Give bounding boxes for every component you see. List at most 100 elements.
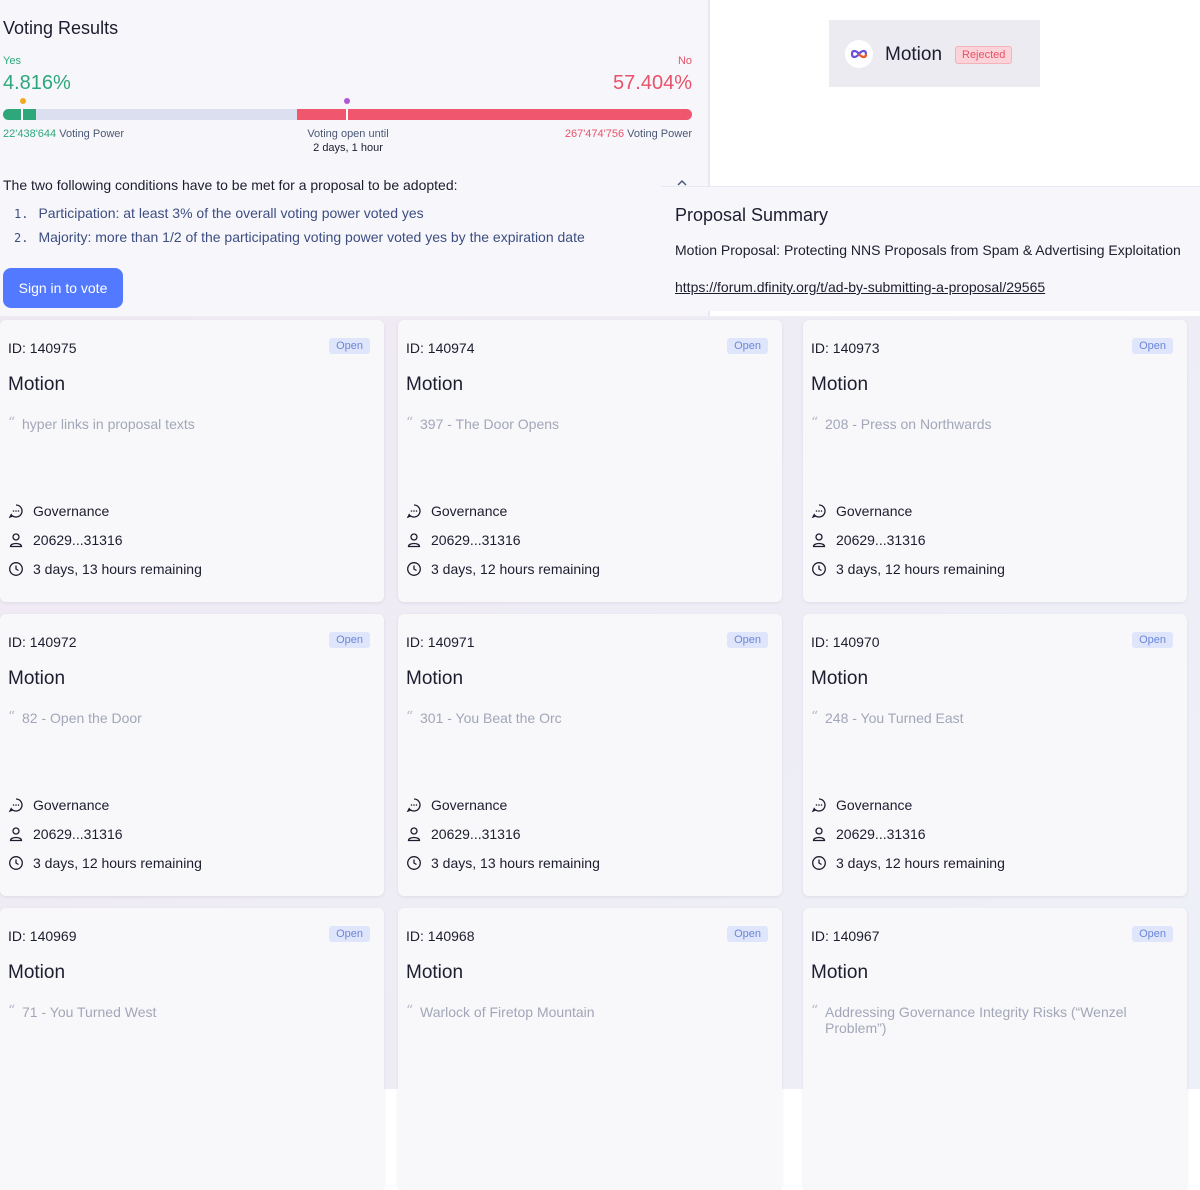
proposal-title-text: 208 - Press on Northwards — [825, 416, 992, 432]
proposal-type-title: Motion — [885, 44, 943, 65]
yes-fill — [3, 109, 37, 120]
quote-icon: “ — [811, 709, 819, 725]
conditions-intro: The two following conditions have to be … — [3, 177, 458, 193]
proposal-card[interactable]: ID: 140970 Open Motion “ 248 - You Turne… — [803, 614, 1187, 896]
proposal-type: Motion — [811, 962, 869, 983]
proposal-proposer-text[interactable]: 20629...31316 — [33, 826, 123, 842]
proposal-card[interactable]: ID: 140975 Open Motion “ hyper links in … — [0, 320, 384, 602]
user-icon — [407, 533, 421, 548]
user-icon — [9, 827, 23, 842]
clock-icon — [407, 562, 421, 576]
quote-icon: “ — [8, 1003, 16, 1019]
voting-results-title: Voting Results — [3, 18, 119, 38]
threshold-tick — [21, 109, 23, 120]
yes-voting-power: 22'438'644 Voting Power — [3, 128, 125, 140]
proposal-proposer-text[interactable]: 20629...31316 — [836, 532, 926, 548]
quote-icon: “ — [406, 709, 414, 725]
user-icon — [407, 827, 421, 842]
proposal-type: Motion — [406, 374, 464, 395]
proposal-title-text: 82 - Open the Door — [22, 710, 142, 726]
proposal-id: ID: 140971 — [406, 634, 475, 650]
proposal-title: “ 248 - You Turned East — [811, 709, 1161, 726]
proposal-card[interactable]: ID: 140969 Open Motion “ 71 - You Turned… — [0, 908, 384, 1190]
proposal-title-text: 397 - The Door Opens — [420, 416, 560, 432]
proposal-remaining-text: 3 days, 12 hours remaining — [33, 855, 202, 871]
yes-percentage: 4.816% — [3, 72, 71, 94]
proposal-summary-panel: Proposal Summary Motion Proposal: Protec… — [661, 179, 1200, 311]
proposal-topic-text: Governance — [33, 797, 110, 813]
proposal-title: “ 71 - You Turned West — [8, 1003, 358, 1020]
proposal-id: ID: 140972 — [8, 634, 77, 650]
sign-in-to-vote-button[interactable]: Sign in to vote — [3, 268, 123, 308]
proposal-topic-text: Governance — [836, 797, 913, 813]
proposal-remaining-text: 3 days, 13 hours remaining — [33, 561, 202, 577]
proposal-topic: Governance — [811, 797, 912, 813]
condition-item: 1. Participation: at least 3% of the over… — [14, 205, 424, 221]
status-badge: Open — [727, 926, 768, 942]
chat-bubble-icon — [811, 504, 826, 519]
proposal-id: ID: 140967 — [811, 928, 880, 944]
chat-bubble-icon — [8, 504, 23, 519]
quote-icon: “ — [811, 1003, 819, 1019]
chat-bubble-icon — [811, 798, 826, 813]
status-badge: Open — [1132, 338, 1173, 354]
proposal-card[interactable]: ID: 140967 Open Motion “ Addressing Gove… — [803, 908, 1187, 1190]
proposal-proposer-text[interactable]: 20629...31316 — [33, 532, 123, 548]
clock-icon — [9, 562, 23, 576]
status-badge: Open — [727, 632, 768, 648]
proposal-id: ID: 140974 — [406, 340, 475, 356]
proposal-type: Motion — [8, 374, 66, 395]
proposal-topic: Governance — [8, 503, 109, 519]
proposal-id: ID: 140970 — [811, 634, 880, 650]
proposal-card[interactable]: ID: 140973 Open Motion “ 208 - Press on … — [803, 320, 1187, 602]
proposal-topic-text: Governance — [431, 503, 508, 519]
infinity-logo-icon — [845, 40, 873, 68]
proposal-title: “ 208 - Press on Northwards — [811, 415, 1161, 432]
proposal-card[interactable]: ID: 140972 Open Motion “ 82 - Open the D… — [0, 614, 384, 896]
chevron-up-icon[interactable] — [676, 177, 688, 191]
status-badge: Open — [329, 926, 370, 942]
conditions-list: 1. Participation: at least 3% of the over… — [14, 204, 585, 252]
proposal-card[interactable]: ID: 140971 Open Motion “ 301 - You Beat … — [398, 614, 782, 896]
proposal-title-text: 301 - You Beat the Orc — [420, 710, 562, 726]
proposal-card[interactable]: ID: 140974 Open Motion “ 397 - The Door … — [398, 320, 782, 602]
voting-results-panel: Voting Results Yes No 4.816% 57.404% 22'… — [0, 0, 710, 318]
status-badge: Open — [1132, 926, 1173, 942]
proposal-type-badge: Motion Rejected — [829, 20, 1040, 87]
proposal-title: “ Warlock of Firetop Mountain — [406, 1003, 756, 1020]
clock-icon — [407, 856, 421, 870]
participation-threshold-marker — [20, 98, 26, 104]
proposal-type: Motion — [406, 962, 464, 983]
proposal-proposer-text[interactable]: 20629...31316 — [431, 532, 521, 548]
proposal-proposer: 20629...31316 — [811, 826, 926, 842]
proposal-topic: Governance — [406, 797, 507, 813]
proposal-topic: Governance — [406, 503, 507, 519]
proposal-remaining: 3 days, 13 hours remaining — [8, 561, 202, 577]
proposal-type: Motion — [8, 668, 66, 689]
proposal-summary-title: Proposal Summary — [675, 205, 829, 225]
proposal-remaining-text: 3 days, 13 hours remaining — [431, 855, 600, 871]
proposal-proposer-text[interactable]: 20629...31316 — [836, 826, 926, 842]
proposal-title: “ Addressing Governance Integrity Risks … — [811, 1003, 1161, 1036]
proposal-title-text: hyper links in proposal texts — [22, 416, 195, 432]
proposal-type: Motion — [406, 668, 464, 689]
no-fill — [296, 109, 692, 120]
proposal-card[interactable]: ID: 140968 Open Motion “ Warlock of Fire… — [398, 908, 782, 1190]
condition-item: 2. Majority: more than 1/2 of the partici… — [14, 229, 585, 245]
proposal-id: ID: 140968 — [406, 928, 475, 944]
clock-icon — [812, 856, 826, 870]
proposal-type: Motion — [8, 962, 66, 983]
majority-threshold-marker — [344, 98, 350, 104]
user-icon — [812, 827, 826, 842]
proposal-title-text: 248 - You Turned East — [825, 710, 964, 726]
proposal-summary-link[interactable]: https://forum.dfinity.org/t/ad-by-submit… — [675, 279, 1045, 295]
proposal-proposer-text[interactable]: 20629...31316 — [431, 826, 521, 842]
voting-open-until: Voting open until 2 days, 1 hour — [307, 128, 389, 154]
proposal-title: “ hyper links in proposal texts — [8, 415, 358, 432]
proposal-proposer: 20629...31316 — [8, 532, 123, 548]
proposal-remaining: 3 days, 12 hours remaining — [406, 561, 600, 577]
quote-icon: “ — [811, 415, 819, 431]
yes-label: Yes — [3, 55, 21, 67]
quote-icon: “ — [8, 415, 16, 431]
proposal-remaining: 3 days, 12 hours remaining — [811, 855, 1005, 871]
